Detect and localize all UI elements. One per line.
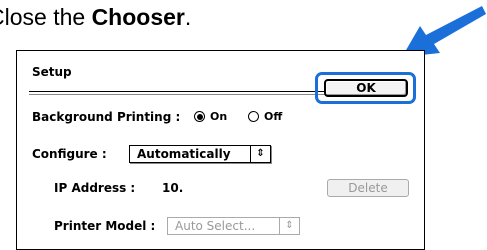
instruction-suffix: . <box>184 4 192 30</box>
background-printing-off-radio[interactable]: Off <box>248 110 282 123</box>
radio-unselected-icon <box>248 111 259 122</box>
dialog-title: Setup <box>32 65 72 79</box>
instruction-emphasis: Chooser <box>91 4 185 30</box>
printer-model-popup[interactable]: Auto Select... ⇕ <box>167 217 300 235</box>
background-printing-label: Background Printing : <box>32 110 181 124</box>
instruction-prefix: Close the <box>0 4 86 30</box>
up-down-arrows-icon: ⇕ <box>250 146 270 162</box>
ip-address-value: 10. <box>162 181 184 195</box>
ok-button-highlight: OK <box>315 72 416 104</box>
ip-address-label: IP Address : <box>54 181 136 195</box>
printer-model-label: Printer Model : <box>54 219 156 233</box>
configure-label: Configure : <box>32 147 107 161</box>
background-printing-on-radio[interactable]: On <box>194 110 227 123</box>
radio-selected-icon <box>194 111 205 122</box>
delete-button[interactable]: Delete <box>327 179 409 197</box>
setup-dialog: Setup OK Background Printing : On Off Co… <box>16 50 425 250</box>
instruction-text: Close the Chooser. <box>0 4 191 31</box>
configure-value: Automatically <box>137 147 231 161</box>
ok-button[interactable]: OK <box>324 79 408 97</box>
radio-on-label: On <box>210 110 228 123</box>
printer-model-value: Auto Select... <box>175 219 256 233</box>
title-divider <box>29 91 329 95</box>
radio-off-label: Off <box>264 110 283 123</box>
configure-popup[interactable]: Automatically ⇕ <box>129 145 271 163</box>
up-down-arrows-icon: ⇕ <box>279 218 299 234</box>
